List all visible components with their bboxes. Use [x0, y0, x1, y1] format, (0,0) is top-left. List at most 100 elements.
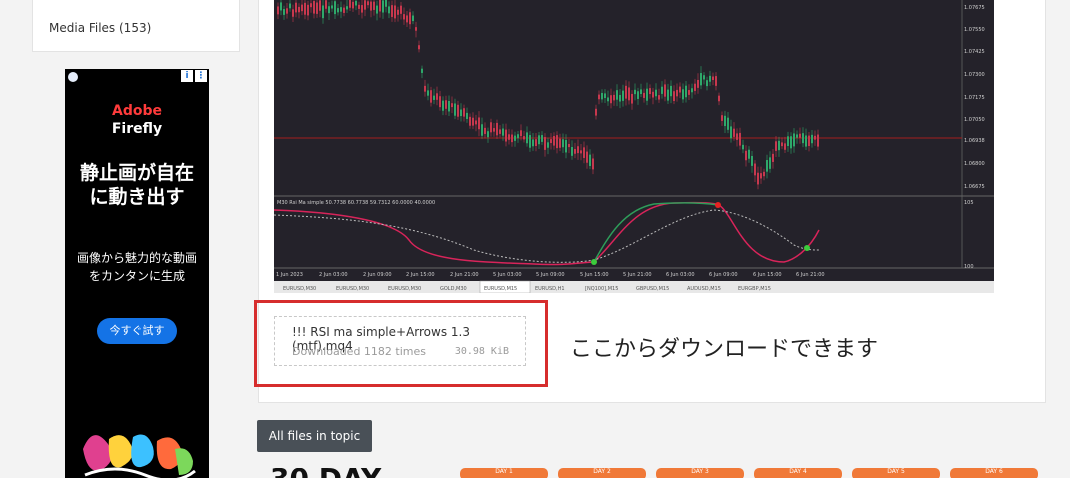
candle-body — [382, 0, 384, 13]
candle-body — [340, 7, 342, 12]
candle-body — [397, 9, 399, 15]
candle-body — [409, 12, 411, 25]
candle-body — [694, 83, 696, 91]
candle-body — [478, 117, 480, 130]
candle-body — [346, 6, 348, 10]
candle-body — [778, 140, 780, 151]
candle-body — [406, 15, 408, 23]
bottom-banner[interactable]: 30 DAY DAY 1 DAY 2 DAY 3 DAY 4 DAY 5 DAY… — [258, 468, 1046, 478]
candle-body — [433, 95, 435, 100]
more-options-icon[interactable]: ⋮ — [195, 70, 207, 82]
candle-body — [460, 109, 462, 117]
candle-body — [427, 90, 429, 96]
candle-body — [673, 91, 675, 101]
candle-body — [688, 90, 690, 95]
banner-day: DAY 3 — [656, 468, 744, 478]
candle-body — [679, 86, 681, 93]
candle-body — [769, 157, 771, 169]
candle-body — [709, 75, 711, 82]
candle-body — [511, 134, 513, 143]
banner-day: DAY 5 — [852, 468, 940, 478]
candle-body — [700, 73, 702, 86]
candle-body — [331, 5, 333, 9]
candle-body — [436, 93, 438, 100]
candle-body — [391, 5, 393, 17]
candle-body — [598, 94, 600, 100]
symbol-tab: GOLD,M30 — [440, 286, 467, 292]
candle-body — [745, 150, 747, 161]
candle-body — [736, 133, 738, 140]
time-tick: 5 Jun 09:00 — [536, 272, 565, 278]
symbol-tab: EURUSD,M30 — [336, 286, 369, 292]
candle-body — [334, 1, 336, 15]
price-tick: 1.07300 — [964, 72, 985, 78]
candle-body — [742, 144, 744, 150]
candle-body — [580, 150, 582, 154]
time-tick: 1 Jun 2023 — [276, 272, 303, 278]
candle-body — [691, 88, 693, 93]
candle-body — [442, 100, 444, 111]
candle-body — [373, 1, 375, 10]
candle-body — [385, 0, 387, 7]
candle-body — [355, 0, 357, 6]
candle-body — [280, 2, 282, 11]
banner-day: DAY 2 — [558, 468, 646, 478]
time-tick: 6 Jun 09:00 — [709, 272, 738, 278]
candle-body — [706, 80, 708, 87]
time-tick: 2 Jun 03:00 — [319, 272, 348, 278]
adchoices[interactable]: i ⋮ — [181, 70, 207, 82]
candle-body — [760, 173, 762, 179]
candle-body — [325, 0, 327, 9]
candle-body — [814, 135, 816, 140]
candle-body — [388, 6, 390, 14]
price-tick: 1.07425 — [964, 49, 985, 55]
candle-body — [523, 136, 525, 140]
all-files-in-topic-button[interactable]: All files in topic — [257, 420, 372, 452]
candle-body — [292, 9, 294, 17]
media-files-link[interactable]: Media Files (153) — [49, 21, 151, 35]
candle-body — [490, 122, 492, 133]
candle-body — [649, 88, 651, 95]
candle-body — [625, 85, 627, 99]
candle-body — [277, 6, 279, 15]
candle-body — [307, 4, 309, 16]
candle-body — [394, 5, 396, 19]
candle-body — [319, 0, 321, 11]
candle-body — [721, 115, 723, 121]
candle-body — [538, 135, 540, 145]
candle-body — [796, 134, 798, 138]
candle-body — [571, 147, 573, 156]
ad-brand-line1: Adobe — [112, 103, 162, 119]
candle-body — [754, 163, 756, 176]
advertisement[interactable]: i ⋮ Adobe Firefly 静止画が自在に動き出す 画像から魅力的な動画… — [65, 69, 209, 478]
price-tick: 1.07675 — [964, 5, 985, 11]
candle-body — [643, 92, 645, 98]
candle-body — [517, 134, 519, 139]
candle-body — [286, 8, 288, 14]
candle-body — [445, 100, 447, 109]
candle-body — [652, 91, 654, 98]
candle-body — [670, 85, 672, 97]
time-tick: 2 Jun 21:00 — [450, 272, 479, 278]
time-tick: 6 Jun 03:00 — [666, 272, 695, 278]
trading-chart-image: 1.07675 1.07550 1.07425 1.07300 1.07175 … — [274, 0, 994, 293]
info-icon[interactable]: i — [181, 70, 193, 82]
price-tick: 1.06675 — [964, 184, 985, 190]
candle-body — [733, 128, 735, 137]
candle-body — [601, 92, 603, 100]
candle-body — [487, 131, 489, 138]
attachment-download[interactable]: !!! RSI ma simple+Arrows 1.3 (mtf).mq4 D… — [274, 316, 526, 366]
symbol-tab: EURUSD,M30 — [283, 286, 316, 292]
ad-cta-button[interactable]: 今すぐ試す — [97, 318, 177, 344]
ad-shield-icon — [68, 72, 78, 82]
candle-body — [403, 14, 405, 20]
indicator-tick: 100 — [964, 264, 974, 270]
time-tick: 5 Jun 15:00 — [580, 272, 609, 278]
time-tick: 2 Jun 15:00 — [406, 272, 435, 278]
candle-body — [802, 133, 804, 144]
candle-body — [577, 146, 579, 154]
candle-body — [574, 149, 576, 154]
candle-body — [424, 85, 426, 92]
candle-body — [553, 136, 555, 146]
candle-body — [448, 101, 450, 112]
